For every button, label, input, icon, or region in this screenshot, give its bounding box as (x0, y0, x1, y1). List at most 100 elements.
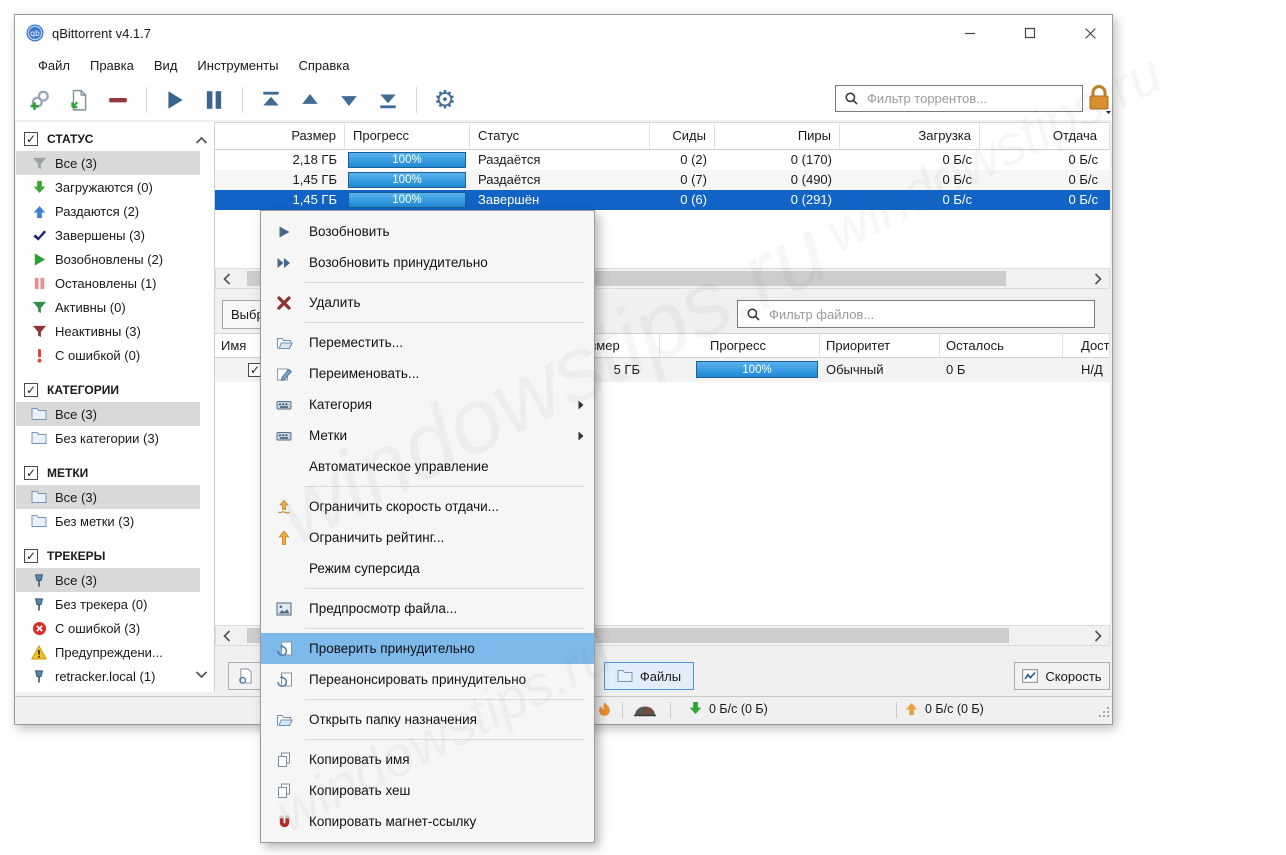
menu-item-resume[interactable]: Возобновить (261, 216, 594, 247)
sidebar-item-tag-none[interactable]: Без метки (3) (16, 509, 200, 533)
section-tags-title: МЕТКИ (47, 466, 88, 480)
sidebar-item-paused[interactable]: Остановлены (1) (16, 271, 200, 295)
progress-bar: 100% (348, 192, 466, 208)
sidebar-item-inactive[interactable]: Неактивны (3) (16, 319, 200, 343)
menu-item-tags[interactable]: Метки (261, 420, 594, 451)
menu-item-limit-upload[interactable]: Ограничить скорость отдачи... (261, 491, 594, 522)
options-gear-icon[interactable]: ⚙ (432, 87, 458, 113)
upload-speed-icon (904, 701, 919, 719)
sidebar-item-tracker-error[interactable]: С ошибкой (3) (16, 616, 200, 640)
menu-item-preview-file[interactable]: Предпросмотр файла... (261, 593, 594, 624)
col-seeds[interactable]: Сиды (650, 123, 715, 150)
torrent-row[interactable]: 2,18 ГБ 100% Раздаётся 0 (2) 0 (170) 0 Б… (215, 150, 1110, 170)
menu-item-force-recheck[interactable]: Проверить принудительно (261, 633, 594, 664)
folder-icon (31, 430, 47, 446)
queue-up-icon[interactable] (297, 87, 323, 113)
sidebar-item-trackerless[interactable]: Без трекера (0) (16, 592, 200, 616)
torrent-context-menu: Возобновить Возобновить принудительно Уд… (260, 210, 595, 843)
delete-torrent-icon[interactable] (105, 87, 131, 113)
col-status[interactable]: Статус (470, 123, 650, 150)
resume-icon[interactable] (162, 87, 188, 113)
queue-down-icon[interactable] (336, 87, 362, 113)
scroll-right-icon[interactable] (1087, 626, 1109, 645)
torrent-row-selected[interactable]: 1,45 ГБ 100% Завершён 0 (6) 0 (291) 0 Б/… (215, 190, 1110, 210)
search-icon (745, 306, 761, 322)
status-checkbox[interactable]: ✓ (24, 132, 38, 146)
app-icon: qb (26, 24, 44, 42)
menu-tools[interactable]: Инструменты (187, 54, 288, 77)
menu-item-copy-magnet[interactable]: Копировать магнет-ссылку (261, 806, 594, 837)
add-torrent-file-icon[interactable] (66, 87, 92, 113)
fcol-priority[interactable]: Приоритет (820, 334, 940, 358)
sidebar-item-downloading[interactable]: Загружаются (0) (16, 175, 200, 199)
file-filter-input[interactable] (767, 306, 1094, 323)
menu-item-force-reannounce[interactable]: Переанонсировать принудительно (261, 664, 594, 695)
sidebar-item-active[interactable]: Активны (0) (16, 295, 200, 319)
pause-icon[interactable] (201, 87, 227, 113)
sidebar-item-tracker-all[interactable]: Все (3) (16, 568, 200, 592)
menu-item-delete[interactable]: Удалить (261, 287, 594, 318)
menu-item-category[interactable]: Категория (261, 389, 594, 420)
fcol-progress[interactable]: Прогресс (660, 334, 820, 358)
col-down-speed[interactable]: Загрузка (840, 123, 980, 150)
col-peers[interactable]: Пиры (715, 123, 840, 150)
queue-bottom-icon[interactable] (375, 87, 401, 113)
sidebar-item-seeding[interactable]: Раздаются (2) (16, 199, 200, 223)
sidebar-scroll-up-icon[interactable] (195, 132, 208, 150)
sidebar-item-cat-all[interactable]: Все (3) (16, 402, 200, 426)
add-torrent-link-icon[interactable] (27, 87, 53, 113)
screenshot-root: qb qBittorrent v4.1.7 Файл Правка Вид Ин… (0, 0, 1286, 855)
maximize-button[interactable] (1022, 25, 1038, 41)
sidebar-item-resumed[interactable]: Возобновлены (2) (16, 247, 200, 271)
col-up-speed[interactable]: Отдача (980, 123, 1110, 150)
minimize-button[interactable] (962, 25, 978, 41)
scroll-right-icon[interactable] (1087, 269, 1109, 288)
torrent-filter-input[interactable] (865, 90, 1082, 107)
menu-item-copy-hash[interactable]: Копировать хеш (261, 775, 594, 806)
resize-grip[interactable] (1099, 706, 1109, 720)
menu-item-force-resume[interactable]: Возобновить принудительно (261, 247, 594, 278)
menu-item-super-seeding[interactable]: Режим суперсида (261, 553, 594, 584)
sidebar-scroll-down-icon[interactable] (195, 666, 208, 684)
exclamation-icon (31, 347, 47, 363)
lock-icon[interactable] (1086, 84, 1112, 114)
torrent-row[interactable]: 1,45 ГБ 100% Раздаётся 0 (7) 0 (490) 0 Б… (215, 170, 1110, 190)
sidebar-item-tag-all[interactable]: Все (3) (16, 485, 200, 509)
menu-item-open-destination[interactable]: Открыть папку назначения (261, 704, 594, 735)
tags-checkbox[interactable]: ✓ (24, 466, 38, 480)
speed-gauge-icon[interactable] (632, 701, 658, 720)
menu-help[interactable]: Справка (288, 54, 359, 77)
menu-item-rename[interactable]: Переименовать... (261, 358, 594, 389)
menu-item-copy-name[interactable]: Копировать имя (261, 744, 594, 775)
menu-item-move[interactable]: Переместить... (261, 327, 594, 358)
tab-files[interactable]: Файлы (604, 662, 694, 690)
menu-item-auto-management[interactable]: Автоматическое управление (261, 451, 594, 482)
warning-triangle-icon (31, 644, 47, 660)
section-trackers-title: ТРЕКЕРЫ (47, 549, 105, 563)
sidebar-item-tracker-retracker[interactable]: retracker.local (1) (16, 664, 200, 688)
alt-speed-icon[interactable] (596, 701, 613, 721)
col-size[interactable]: Размер (215, 123, 345, 150)
menu-item-limit-ratio[interactable]: Ограничить рейтинг... (261, 522, 594, 553)
sidebar-item-completed[interactable]: Завершены (3) (16, 223, 200, 247)
sidebar-item-errored[interactable]: С ошибкой (0) (16, 343, 200, 367)
fcol-availability[interactable]: Доступность (1063, 334, 1110, 358)
col-progress[interactable]: Прогресс (345, 123, 470, 150)
categories-checkbox[interactable]: ✓ (24, 383, 38, 397)
submenu-arrow-icon (578, 431, 584, 441)
sidebar-item-cat-none[interactable]: Без категории (3) (16, 426, 200, 450)
tab-speed[interactable]: Скорость (1014, 662, 1110, 690)
menu-edit[interactable]: Правка (80, 54, 144, 77)
folder-icon (31, 513, 47, 529)
sidebar-item-all[interactable]: Все (3) (16, 151, 200, 175)
scroll-left-icon[interactable] (216, 269, 238, 288)
close-button[interactable] (1082, 25, 1098, 41)
fcol-remaining[interactable]: Осталось (940, 334, 1063, 358)
window-title: qBittorrent v4.1.7 (52, 26, 151, 41)
sidebar-item-tracker-warning[interactable]: Предупреждени... (16, 640, 200, 664)
menu-view[interactable]: Вид (144, 54, 188, 77)
scroll-left-icon[interactable] (216, 626, 238, 645)
trackers-checkbox[interactable]: ✓ (24, 549, 38, 563)
queue-top-icon[interactable] (258, 87, 284, 113)
menu-file[interactable]: Файл (28, 54, 80, 77)
